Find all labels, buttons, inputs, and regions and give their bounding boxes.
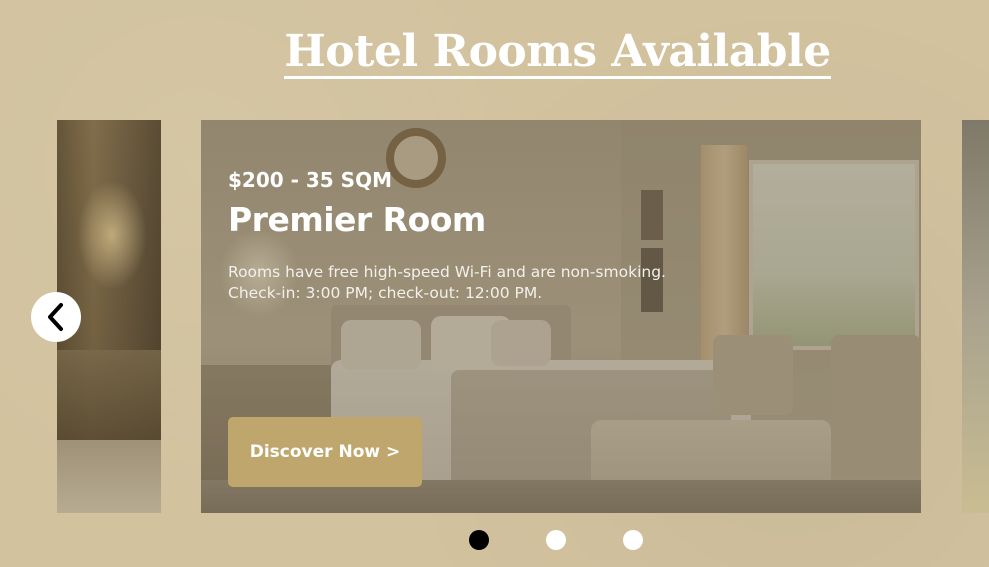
previous-slide-button[interactable] xyxy=(31,292,81,342)
carousel-pagination xyxy=(0,530,989,550)
room-description-line: Rooms have free high-speed Wi-Fi and are… xyxy=(228,263,666,281)
discover-now-button[interactable]: Discover Now > xyxy=(228,417,422,487)
room-price-size: $200 - 35 SQM xyxy=(228,168,392,192)
current-slide: $200 - 35 SQM Premier Room Rooms have fr… xyxy=(201,120,921,513)
slide-image-floor xyxy=(57,440,161,513)
room-description: Rooms have free high-speed Wi-Fi and are… xyxy=(228,262,666,304)
slide-image-lamp-glow xyxy=(77,180,147,290)
room-description-line: Check-in: 3:00 PM; check-out: 12:00 PM. xyxy=(228,284,543,302)
pagination-dot-1[interactable] xyxy=(469,530,489,550)
pagination-dot-2[interactable] xyxy=(546,530,566,550)
room-name: Premier Room xyxy=(228,200,486,239)
slide-image-furniture xyxy=(57,350,161,440)
page-title: Hotel Rooms Available xyxy=(0,24,989,80)
page-title-text: Hotel Rooms Available xyxy=(284,26,831,79)
chevron-left-icon xyxy=(45,301,67,333)
pagination-dot-3[interactable] xyxy=(623,530,643,550)
next-slide-preview[interactable] xyxy=(962,120,989,513)
